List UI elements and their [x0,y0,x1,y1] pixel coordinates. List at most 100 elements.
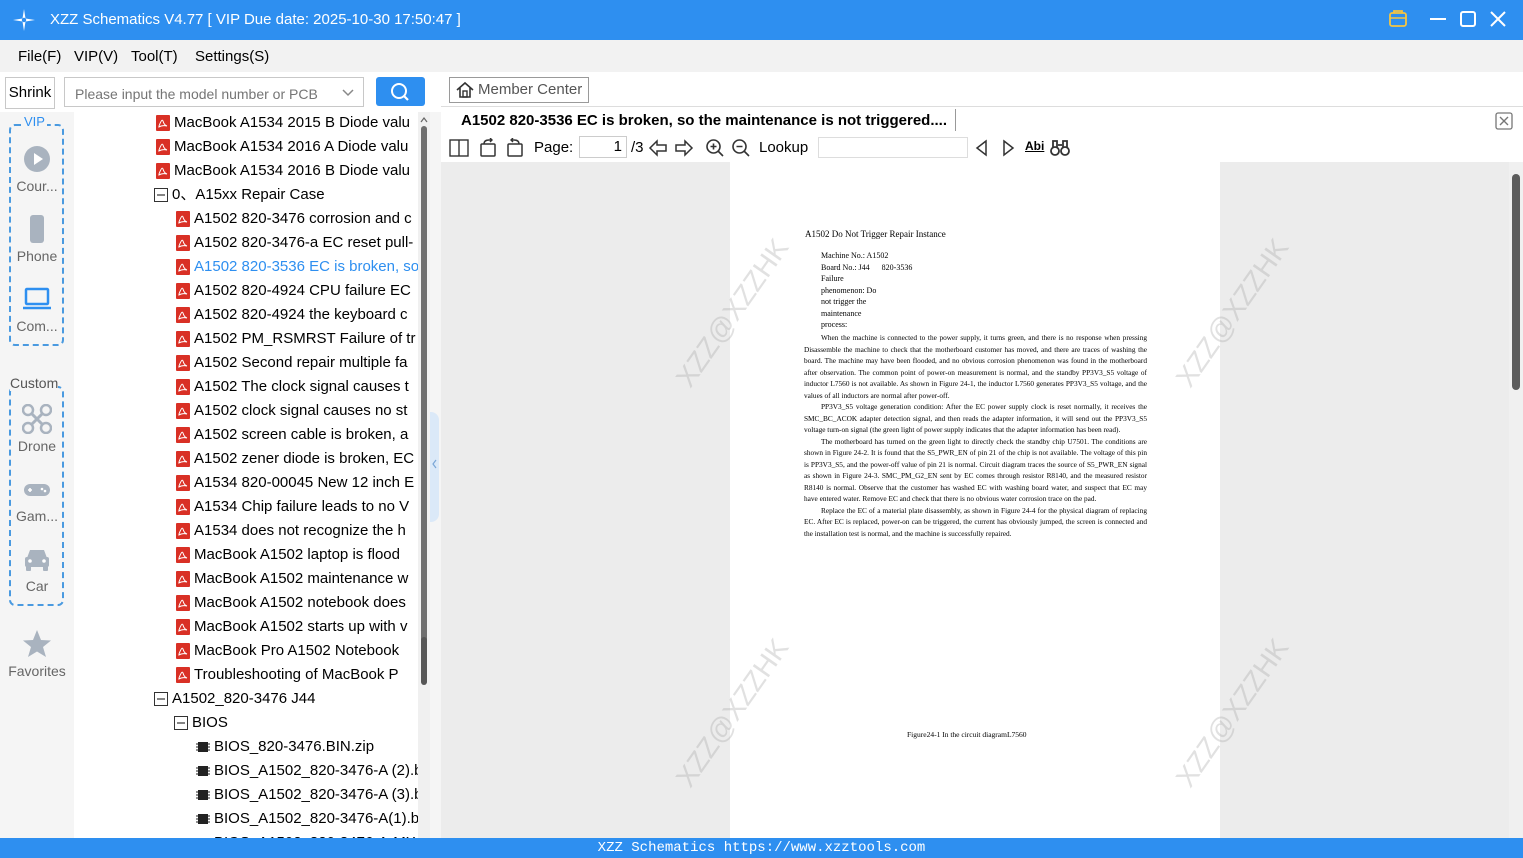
menu-file[interactable]: File(F) [18,48,61,65]
tree-item[interactable]: A1502 820-3476 corrosion and c [176,209,412,233]
custom-group-label: Custom [10,375,59,391]
tree-folder[interactable]: BIOS [174,713,228,737]
tree-item[interactable]: A1502 820-4924 CPU failure EC [176,281,411,305]
tree-item-label: MacBook A1534 2015 B Diode valu [174,114,410,131]
tree-item-label: MacBook A1534 2016 B Diode valu [174,162,410,179]
tree-item[interactable]: A1502 zener diode is broken, EC [176,449,414,473]
chevron-down-icon[interactable] [341,86,355,100]
model-search-input[interactable] [73,83,337,105]
collapse-handle[interactable] [430,412,439,522]
rotate-left-icon[interactable] [478,138,498,158]
maximize-icon[interactable] [1457,8,1479,30]
document-tab[interactable]: A1502 820-3536 EC is broken, so the main… [461,112,947,129]
page-number-input[interactable]: 1 [579,136,627,158]
tree-item[interactable]: MacBook A1502 laptop is flood [176,545,400,569]
model-search-combobox[interactable] [64,77,364,107]
tree-item[interactable]: A1502 Second repair multiple fa [176,353,407,377]
chip-icon [196,790,210,801]
pdf-icon [176,211,190,228]
menu-vip[interactable]: VIP(V) [74,48,118,65]
scroll-up-icon[interactable] [418,114,430,126]
document-viewer[interactable]: A1502 Do Not Trigger Repair Instance Mac… [441,162,1509,838]
panel-splitter[interactable] [430,112,441,838]
meta-line: Machine No.: A1502 [821,251,889,260]
collapse-icon[interactable] [174,716,188,731]
page-label: Page: [534,139,574,156]
tree-item[interactable]: A1502 clock signal causes no st [176,401,407,425]
drone-icon [22,404,52,434]
tree-item[interactable]: MacBook A1534 2016 B Diode valu [156,161,410,185]
tree-item-label: A1502 screen cable is broken, a [194,426,409,443]
sidebar-item-favorites[interactable]: Favorites [4,629,70,679]
sidebar-item-gaming[interactable]: Gam... [4,474,70,524]
tree-item-label: BIOS [192,714,228,731]
tree-item[interactable]: MacBook Pro A1502 Notebook [176,641,399,665]
tree-item[interactable]: MacBook A1502 starts up with v [176,617,407,641]
tree-item-label: BIOS_A1502_820-3476-A (3).b [214,786,418,803]
find-previous-icon[interactable] [972,138,992,158]
tree-item[interactable]: A1502 820-4924 the keyboard c [176,305,408,329]
zoom-out-icon[interactable] [731,138,751,158]
tree-folder[interactable]: 0、A15xx Repair Case [154,185,325,209]
search-button[interactable] [376,77,425,106]
tree-item[interactable]: BIOS_A1502_820-3476-A(1).b [196,809,418,833]
tree-item[interactable]: A1502 820-3536 EC is broken, so [176,257,418,281]
lookup-input[interactable] [818,137,968,158]
member-center-button[interactable]: Member Center [449,77,589,103]
tree-scrollbar[interactable] [418,112,430,838]
tree-scroll-thumb[interactable] [421,126,427,646]
shrink-button[interactable]: Shrink [5,77,55,109]
tree-item[interactable]: A1534 Chip failure leads to no V [176,497,409,521]
sidebar-item-drone[interactable]: Drone [4,404,70,454]
viewer-toolbar: Page: 1 /3 Lookup Abi [441,134,1523,162]
tree-item[interactable]: MacBook A1502 notebook does [176,593,406,617]
collapse-icon[interactable] [154,692,168,707]
tree-item-label: A1502 820-3536 EC is broken, so [194,258,418,275]
sidebar-item-computer[interactable]: Com... [4,284,70,334]
vip-icon[interactable] [1387,8,1409,30]
tree-item[interactable]: MacBook A1502 maintenance w [176,569,408,593]
find-next-icon[interactable] [998,138,1018,158]
meta-line: Board No.: J44 820-3536 [821,262,913,272]
tree-item[interactable]: A1502 screen cable is broken, a [176,425,408,449]
tree-item[interactable]: MacBook A1534 2016 A Diode valu [156,137,408,161]
sidebar-item-courses[interactable]: Cour... [4,144,70,194]
tree-item[interactable]: A1534 does not recognize the h [176,521,406,545]
sidebar-item-car[interactable]: Car [4,544,70,594]
tree-item[interactable]: A1502 PM_RSMRST Failure of tr [176,329,415,353]
tree-item[interactable]: BIOS_A1502_820-3476-A (3).b [196,785,418,809]
close-icon[interactable] [1487,8,1509,30]
tree-item[interactable]: A1502 820-3476-a EC reset pull- [176,233,413,257]
tree-item[interactable]: Troubleshooting of MacBook P [176,665,399,689]
viewer-scrollbar[interactable] [1509,162,1523,838]
next-page-icon[interactable] [674,138,694,158]
tree-item[interactable]: MacBook A1534 2015 B Diode valu [156,113,410,137]
tree-scroll-thumb-secondary[interactable] [421,637,427,685]
tab-divider [955,109,956,131]
tree-item-label: MacBook A1502 starts up with v [194,618,408,635]
tree-item[interactable]: A1534 820-00045 New 12 inch E [176,473,414,497]
tree-item[interactable]: BIOS_A1502_820-3476-A (2).b [196,761,418,785]
binoculars-icon[interactable] [1050,138,1070,158]
pdf-icon [156,163,170,180]
paragraph: PP3V3_S5 voltage generation condition: A… [804,402,1147,434]
collapse-icon[interactable] [154,188,168,203]
tree-item[interactable]: A1502 The clock signal causes t [176,377,409,401]
menu-settings[interactable]: Settings(S) [195,48,269,65]
sidebar-item-phone[interactable]: Phone [4,214,70,264]
menu-tool[interactable]: Tool(T) [131,48,178,65]
document-tab-bar: A1502 820-3536 EC is broken, so the main… [441,106,1523,136]
document-title: A1502 Do Not Trigger Repair Instance [805,229,946,239]
pdf-icon [176,595,190,612]
viewer-scroll-thumb[interactable] [1512,174,1520,390]
tree-item[interactable]: BIOS_820-3476.BIN.zip [196,737,374,761]
close-tab-icon[interactable] [1495,112,1513,130]
previous-page-icon[interactable] [648,138,668,158]
tree-folder[interactable]: A1502_820-3476 J44 [154,689,315,713]
zoom-in-icon[interactable] [705,138,725,158]
minimize-icon[interactable] [1427,8,1449,30]
sidebar-toggle-icon[interactable] [449,138,469,158]
rotate-right-icon[interactable] [505,138,525,158]
match-case-icon[interactable]: Abi [1025,139,1044,153]
lookup-label: Lookup [759,139,809,156]
